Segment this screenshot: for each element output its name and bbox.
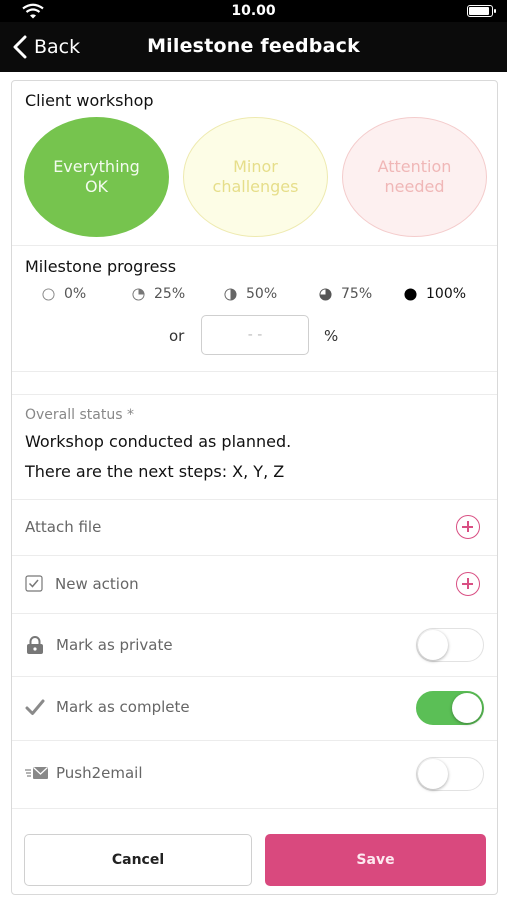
mark-private-row: Mark as private bbox=[12, 616, 497, 674]
divider bbox=[12, 245, 497, 246]
mark-complete-row: Mark as complete bbox=[12, 678, 497, 738]
option-line1: Everything bbox=[53, 157, 140, 176]
empty-circle-icon bbox=[42, 287, 55, 301]
progress-option-100[interactable]: 100% bbox=[404, 286, 466, 302]
progress-option-75[interactable]: 75% bbox=[319, 286, 372, 302]
status-attention-needed-button[interactable]: Attention needed bbox=[342, 117, 487, 237]
new-action-row[interactable]: New action bbox=[12, 556, 497, 612]
divider bbox=[12, 676, 497, 677]
push2email-row: Push2email bbox=[12, 743, 497, 803]
overall-status-line2: There are the next steps: X, Y, Z bbox=[25, 462, 285, 481]
overall-status-field[interactable]: Workshop conducted as planned. There are… bbox=[25, 427, 485, 487]
mark-private-toggle[interactable] bbox=[416, 628, 484, 662]
option-line2: OK bbox=[84, 177, 109, 196]
workshop-title: Client workshop bbox=[25, 91, 154, 110]
divider bbox=[12, 394, 497, 395]
attach-file-row[interactable]: Attach file bbox=[12, 499, 497, 555]
divider bbox=[12, 808, 497, 809]
progress-option-label: 0% bbox=[64, 286, 87, 302]
email-send-icon bbox=[25, 767, 48, 779]
option-line2: needed bbox=[384, 177, 445, 196]
full-circle-icon bbox=[404, 287, 417, 301]
progress-option-label: 25% bbox=[154, 286, 186, 302]
progress-percent-input[interactable] bbox=[201, 315, 309, 355]
mark-complete-label: Mark as complete bbox=[56, 698, 190, 716]
status-time: 10.00 bbox=[231, 3, 276, 19]
feedback-card: Client workshop Everything OK Minor challe… bbox=[11, 80, 498, 895]
add-action-icon[interactable] bbox=[456, 572, 480, 596]
option-line2: challenges bbox=[212, 177, 299, 196]
checkbox-icon bbox=[25, 575, 43, 592]
mark-complete-toggle[interactable] bbox=[416, 691, 484, 725]
push2email-label: Push2email bbox=[56, 764, 143, 782]
add-attachment-icon[interactable] bbox=[456, 515, 480, 539]
attach-file-label: Attach file bbox=[25, 518, 102, 536]
status-everything-ok-button[interactable]: Everything OK bbox=[24, 117, 169, 237]
check-icon bbox=[25, 699, 45, 715]
progress-option-50[interactable]: 50% bbox=[224, 286, 277, 302]
mark-private-label: Mark as private bbox=[56, 636, 173, 654]
divider bbox=[12, 613, 497, 614]
progress-option-25[interactable]: 25% bbox=[132, 286, 185, 302]
overall-status-label: Overall status * bbox=[25, 407, 134, 423]
progress-title: Milestone progress bbox=[25, 257, 177, 276]
status-bar: 10.00 bbox=[0, 0, 507, 22]
new-action-label: New action bbox=[55, 575, 139, 593]
lock-icon bbox=[27, 636, 43, 654]
push2email-toggle[interactable] bbox=[416, 757, 484, 791]
divider bbox=[12, 740, 497, 741]
option-line1: Minor bbox=[233, 157, 278, 176]
progress-option-0[interactable]: 0% bbox=[42, 286, 86, 302]
cancel-button[interactable]: Cancel bbox=[24, 834, 252, 886]
battery-icon bbox=[467, 5, 496, 17]
option-line1: Attention bbox=[377, 157, 452, 176]
overall-status-line1: Workshop conducted as planned. bbox=[25, 432, 292, 451]
half-circle-icon bbox=[224, 287, 237, 301]
divider bbox=[12, 371, 497, 372]
quarter-circle-icon bbox=[132, 287, 145, 301]
or-label: or bbox=[169, 327, 185, 345]
progress-option-label: 75% bbox=[341, 286, 373, 302]
percent-label: % bbox=[324, 327, 339, 345]
save-button[interactable]: Save bbox=[265, 834, 486, 886]
page-title: Milestone feedback bbox=[147, 35, 360, 57]
nav-bar: Back Milestone feedback bbox=[0, 22, 507, 72]
progress-option-label: 50% bbox=[246, 286, 278, 302]
status-minor-challenges-button[interactable]: Minor challenges bbox=[183, 117, 328, 237]
progress-option-label: 100% bbox=[426, 286, 467, 302]
three-quarter-circle-icon bbox=[319, 287, 332, 301]
